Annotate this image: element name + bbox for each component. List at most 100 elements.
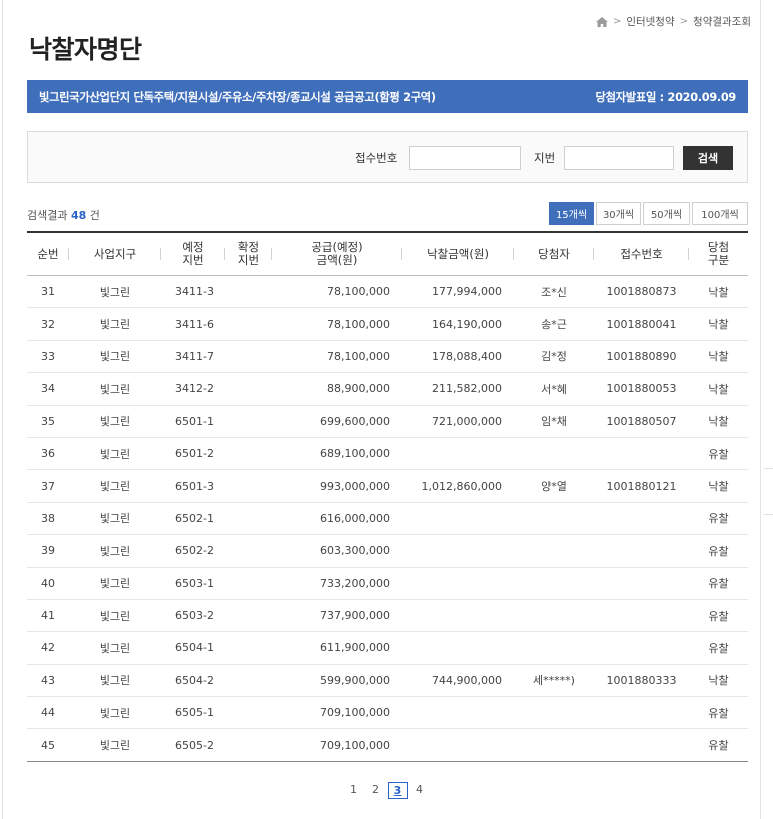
lot-number-label: 지번 xyxy=(534,151,556,165)
table-row: 37 빛그린 6501-3 993,000,000 1,012,860,000 양*열 10… xyxy=(27,469,748,503)
bid-amount-cell xyxy=(402,567,514,600)
bid-amount-cell xyxy=(402,631,514,665)
district-cell: 빛그린 xyxy=(69,437,161,471)
result-count-value: 48 xyxy=(70,209,87,222)
receipt-no-cell: 1001880041 xyxy=(594,307,689,341)
lot-number-input[interactable] xyxy=(564,146,674,170)
confirmed-lot-cell xyxy=(225,664,272,698)
receipt-no-cell: 1001880873 xyxy=(594,275,689,309)
header-col-supply-amount: 공급(예정) 금액(원) xyxy=(272,232,402,276)
district-cell: 빛그린 xyxy=(69,405,161,438)
receipt-no-cell xyxy=(594,599,689,633)
result-cell: 유찰 xyxy=(689,631,748,665)
supply-amount-cell: 616,000,000 xyxy=(272,502,402,536)
planned-lot-cell: 6501-1 xyxy=(161,405,225,438)
receipt-no-cell xyxy=(594,696,689,730)
district-cell: 빛그린 xyxy=(69,567,161,600)
breadcrumb-item[interactable]: 청약결과조회 xyxy=(693,14,751,29)
header-col-district: 사업지구 xyxy=(69,232,161,276)
search-button[interactable]: 검색 xyxy=(683,146,733,170)
page-link-4[interactable]: 4 xyxy=(410,782,430,799)
supply-amount-cell: 699,600,000 xyxy=(272,405,402,438)
result-cell: 유찰 xyxy=(689,599,748,633)
result-cell: 유찰 xyxy=(689,696,748,730)
receipt-no-cell: 1001880053 xyxy=(594,372,689,406)
district-cell: 빛그린 xyxy=(69,502,161,536)
per-page-15[interactable]: 15개씩 xyxy=(549,202,594,225)
district-cell: 빛그린 xyxy=(69,534,161,568)
receipt-no-cell xyxy=(594,631,689,665)
district-cell: 빛그린 xyxy=(69,664,161,698)
receipt-no-cell xyxy=(594,728,689,762)
planned-lot-cell: 6505-2 xyxy=(161,728,225,762)
result-cell: 낙찰 xyxy=(689,307,748,341)
per-page-50[interactable]: 50개씩 xyxy=(643,202,690,225)
per-page-30[interactable]: 30개씩 xyxy=(596,202,641,225)
supply-amount-cell: 603,300,000 xyxy=(272,534,402,568)
winner-cell xyxy=(514,631,594,665)
seq-cell: 38 xyxy=(27,502,69,536)
bid-amount-cell xyxy=(402,437,514,471)
table-row: 43 빛그린 6504-2 599,900,000 744,900,000 세*****)… xyxy=(27,664,748,698)
district-cell: 빛그린 xyxy=(69,728,161,762)
supply-amount-cell: 78,100,000 xyxy=(272,340,402,374)
table-row: 39 빛그린 6502-2 603,300,000 유찰 xyxy=(27,534,748,568)
planned-lot-cell: 6502-1 xyxy=(161,502,225,536)
planned-lot-cell: 6502-2 xyxy=(161,534,225,568)
home-icon[interactable] xyxy=(595,16,608,27)
bid-amount-cell: 178,088,400 xyxy=(402,340,514,374)
bid-amount-cell xyxy=(402,534,514,568)
district-cell: 빛그린 xyxy=(69,631,161,665)
table-row: 36 빛그린 6501-2 689,100,000 유찰 xyxy=(27,437,748,471)
receipt-no-cell xyxy=(594,502,689,536)
header-col-confirmed-lot: 확정 지번 xyxy=(225,232,272,276)
winner-cell: 서*혜 xyxy=(514,372,594,406)
page-link-2[interactable]: 2 xyxy=(366,782,386,799)
table-body: 31 빛그린 3411-3 78,100,000 177,994,000 조*신 10018… xyxy=(27,275,748,762)
table-row: 31 빛그린 3411-3 78,100,000 177,994,000 조*신 10018… xyxy=(27,275,748,309)
result-cell: 낙찰 xyxy=(689,469,748,503)
supply-amount-cell: 78,100,000 xyxy=(272,275,402,309)
table-row: 32 빛그린 3411-6 78,100,000 164,190,000 송*근 10018… xyxy=(27,307,748,341)
seq-cell: 39 xyxy=(27,534,69,568)
supply-amount-cell: 689,100,000 xyxy=(272,437,402,471)
confirmed-lot-cell xyxy=(225,405,272,438)
announcement-date: 당첨자발표일 : 2020.09.09 xyxy=(595,90,736,104)
table-row: 33 빛그린 3411-7 78,100,000 178,088,400 김*정 10018… xyxy=(27,340,748,374)
table-row: 34 빛그린 3412-2 88,900,000 211,582,000 서*혜 10018… xyxy=(27,372,748,406)
confirmed-lot-cell xyxy=(225,437,272,471)
bid-amount-cell xyxy=(402,502,514,536)
per-page-100[interactable]: 100개씩 xyxy=(692,202,748,225)
breadcrumb-item[interactable]: 인터넷청약 xyxy=(626,14,674,29)
planned-lot-cell: 6501-3 xyxy=(161,469,225,503)
district-cell: 빛그린 xyxy=(69,599,161,633)
planned-lot-cell: 6504-2 xyxy=(161,664,225,698)
confirmed-lot-cell xyxy=(225,696,272,730)
seq-cell: 44 xyxy=(27,696,69,730)
planned-lot-cell: 6504-1 xyxy=(161,631,225,665)
pagination: 1234 xyxy=(0,782,773,799)
planned-lot-cell: 3411-3 xyxy=(161,275,225,309)
page-link-1[interactable]: 1 xyxy=(344,782,364,799)
winner-cell: 조*신 xyxy=(514,275,594,309)
supply-amount-cell: 737,900,000 xyxy=(272,599,402,633)
breadcrumb-separator: > xyxy=(679,16,689,27)
district-cell: 빛그린 xyxy=(69,307,161,341)
supply-amount-cell: 733,200,000 xyxy=(272,567,402,600)
page-link-3[interactable]: 3 xyxy=(387,782,408,799)
header-label: 지번 xyxy=(237,253,260,267)
header-col-receipt-no: 접수번호 xyxy=(594,232,689,276)
receipt-number-input[interactable] xyxy=(409,146,521,170)
receipt-no-cell: 1001880121 xyxy=(594,469,689,503)
header-label: 순번 xyxy=(37,246,59,261)
result-cell: 낙찰 xyxy=(689,405,748,438)
header-label: 접수번호 xyxy=(620,246,663,261)
district-cell: 빛그린 xyxy=(69,275,161,309)
table-row: 41 빛그린 6503-2 737,900,000 유찰 xyxy=(27,599,748,633)
winner-cell: 송*근 xyxy=(514,307,594,341)
winner-cell xyxy=(514,567,594,600)
result-cell: 낙찰 xyxy=(689,372,748,406)
result-count: 검색결과 48 건 xyxy=(27,207,100,223)
table-row: 38 빛그린 6502-1 616,000,000 유찰 xyxy=(27,502,748,536)
result-cell: 낙찰 xyxy=(689,340,748,374)
